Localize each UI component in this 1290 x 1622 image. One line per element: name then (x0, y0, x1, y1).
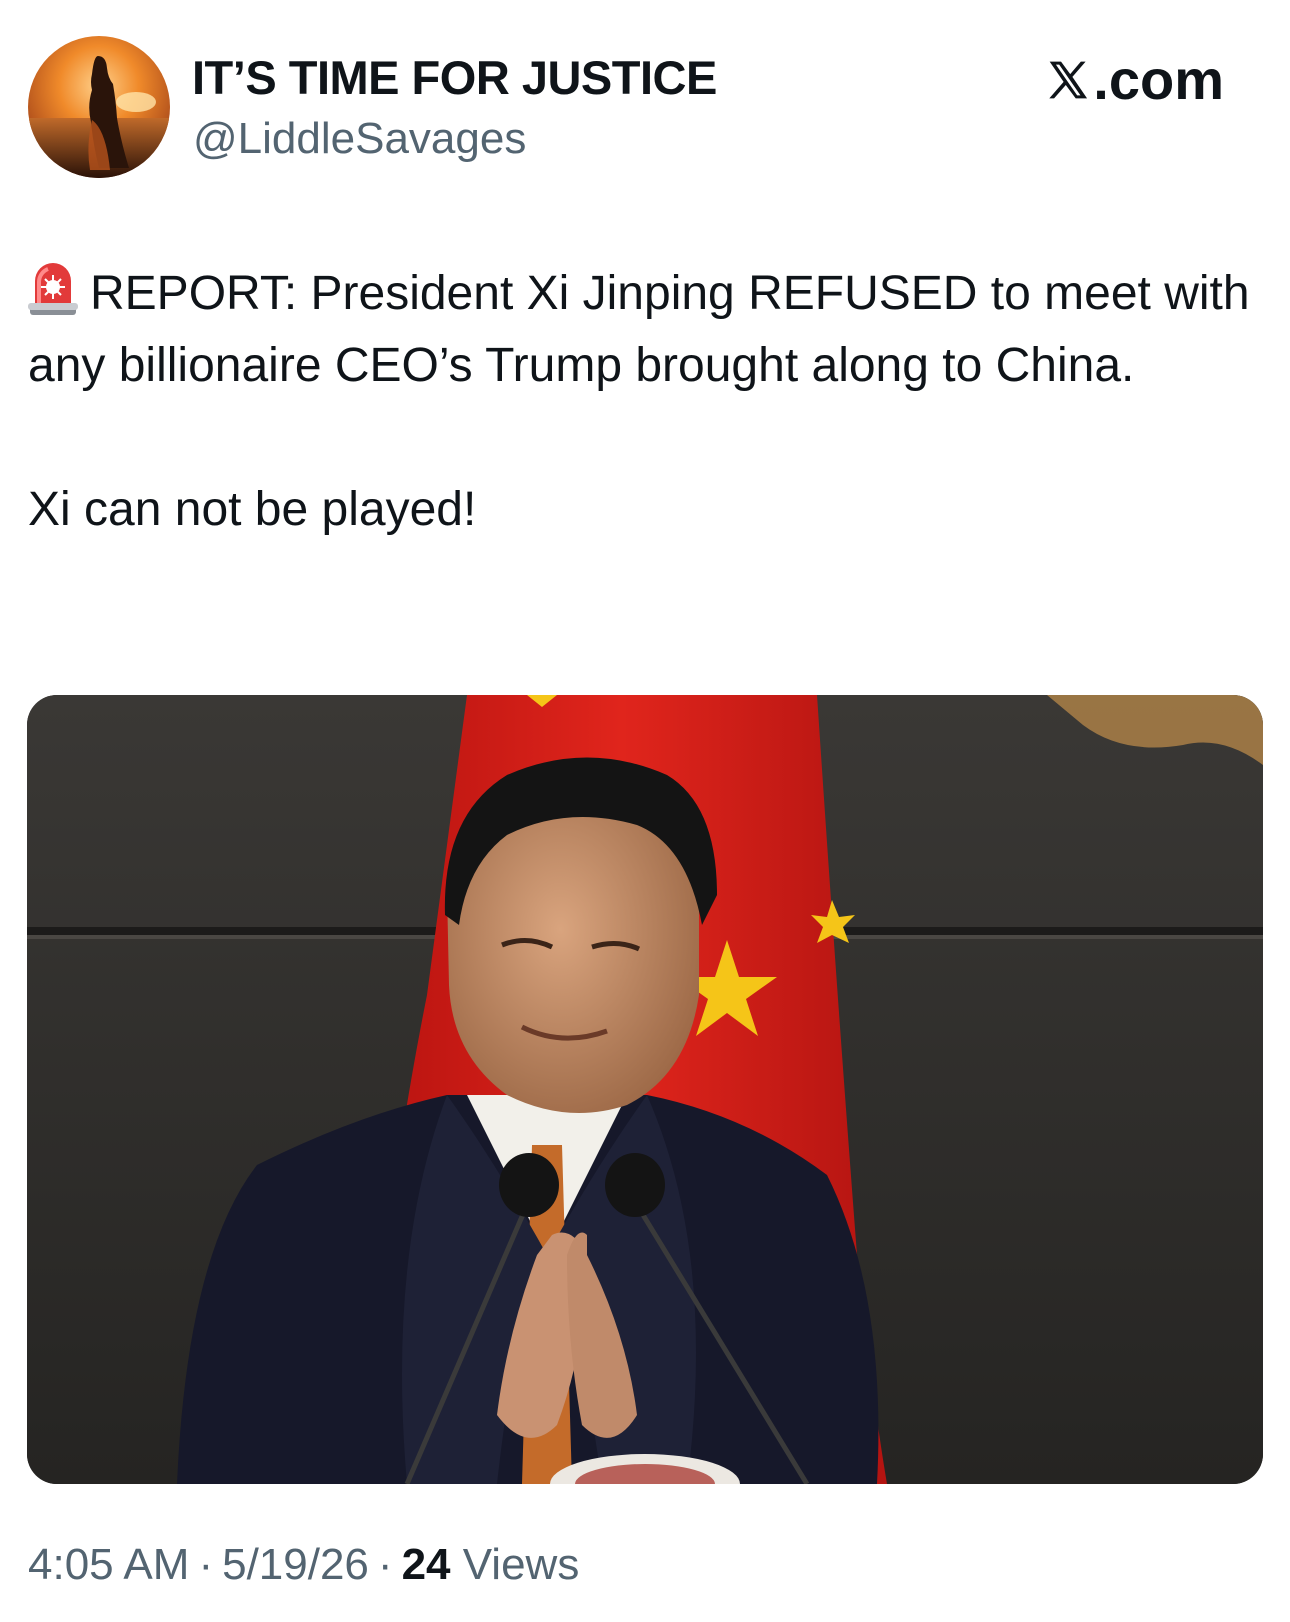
post-paragraph-1: REPORT: President Xi Jinping REFUSED to … (28, 258, 1268, 402)
post-date[interactable]: 5/19/26 (222, 1540, 369, 1589)
post-header: IT’S TIME FOR JUSTICE @LiddleSavages .co… (0, 0, 1290, 200)
site-domain: .com (1093, 48, 1224, 111)
x-logo-icon (1049, 61, 1088, 99)
user-handle[interactable]: @LiddleSavages (193, 112, 526, 166)
display-name[interactable]: IT’S TIME FOR JUSTICE (192, 50, 717, 106)
views-label: Views (462, 1540, 580, 1589)
rotating-light-icon (28, 263, 78, 315)
meta-separator: · (377, 1540, 393, 1589)
post-time[interactable]: 4:05 AM (28, 1540, 189, 1589)
avatar[interactable] (28, 36, 170, 178)
post-text: REPORT: President Xi Jinping REFUSED to … (28, 258, 1268, 546)
post-paragraph-2: Xi can not be played! (28, 483, 477, 536)
site-brand: .com (1046, 48, 1224, 112)
post-meta: 4:05 AM · 5/19/26 · 24 Views (28, 1537, 579, 1593)
views-count: 24 (401, 1540, 451, 1589)
post-line-1: REPORT: President Xi Jinping REFUSED to … (28, 267, 1250, 392)
post-photo[interactable] (27, 695, 1263, 1484)
meta-separator: · (198, 1540, 214, 1589)
